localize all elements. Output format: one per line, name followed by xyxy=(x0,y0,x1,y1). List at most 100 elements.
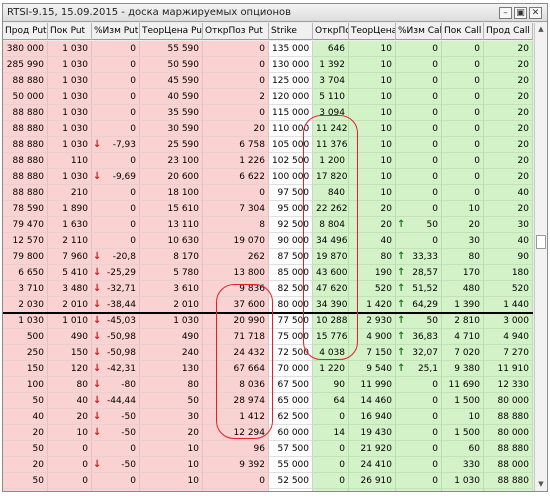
restore-button[interactable]: ▣ xyxy=(514,7,527,19)
table-row[interactable]: 88 880 1 030 0 30 590 20 110 000 11 242 10 0 0 20 xyxy=(3,121,533,137)
vertical-scrollbar[interactable]: ▲ ▼ xyxy=(534,23,547,491)
cell-theor-call: 40 xyxy=(349,233,396,249)
cell-prod-put: 88 880 xyxy=(3,153,48,169)
table-row[interactable]: 88 880 1 030 0 35 590 0 115 000 3 094 10 0 0 20 xyxy=(3,105,533,121)
cell-theor-put: 20 xyxy=(140,425,203,441)
cell-oi-put: 0 xyxy=(203,73,269,89)
column-header-pok-put[interactable]: Пок Put xyxy=(48,23,92,40)
table-row[interactable]: 1 030 1 010 ↓ -45,03 1 030 20 990 77 500 10 288… xyxy=(3,313,533,329)
down-arrow-icon: ↓ xyxy=(93,251,102,262)
table-row[interactable]: 250 150 ↓ -50,98 240 24 432 72 500 4 038 7 150 ↑ 3… xyxy=(3,345,533,361)
percent-value: 0 xyxy=(432,124,438,134)
table-row[interactable]: 79 800 7 960 ↓ -20,8 8 170 262 87 500 19 870 80 ↑… xyxy=(3,249,533,265)
down-arrow-icon: ↓ xyxy=(93,267,102,278)
table-row[interactable]: 50 40 ↓ -44,44 50 28 974 65 000 64 14 460 0 1 500 8… xyxy=(3,393,533,409)
cell-prod-call: 11 910 xyxy=(484,361,533,377)
cell-theor-put: 13 110 xyxy=(140,217,203,233)
title-bar[interactable]: RTSI-9.15, 15.09.2015 - доска маржируемы… xyxy=(3,4,547,22)
percent-value: 0 xyxy=(432,204,438,214)
cell-change-call: 0 xyxy=(396,105,442,121)
up-arrow-icon: ↑ xyxy=(397,251,406,262)
table-row[interactable]: 20 10 ↓ -50 20 12 294 60 000 14 19 430 0 1 500 80 0… xyxy=(3,425,533,441)
cell-pok-call: 80 xyxy=(442,249,484,265)
cell-pok-call: 0 xyxy=(442,153,484,169)
down-arrow-icon: ↓ xyxy=(93,459,102,470)
table-row[interactable]: 12 570 2 110 0 10 630 19 070 90 000 34 496 40 0 3… xyxy=(3,233,533,249)
minimize-button[interactable]: – xyxy=(499,7,512,19)
table-row[interactable]: 20 0 ↓ -50 10 9 392 55 000 0 24 410 0 330 88 000 xyxy=(3,457,533,473)
close-button[interactable]: ✕ xyxy=(529,7,542,19)
cell-change-put: ↓ -7,93 xyxy=(92,137,140,153)
cell-prod-call: 20 xyxy=(484,153,533,169)
column-header-strike[interactable]: Strike xyxy=(269,23,313,40)
column-header-theor-put[interactable]: ТеорЦена Put xyxy=(140,23,203,40)
table-row[interactable]: 500 490 ↓ -50,98 490 71 718 75 000 15 776 4 900 ↑… xyxy=(3,329,533,345)
percent-value: 36,83 xyxy=(412,332,438,342)
up-arrow-icon: ↑ xyxy=(397,267,406,278)
column-header-oi-call[interactable]: ОткрПоз xyxy=(313,23,349,40)
table-row[interactable]: 88 880 1 030 ↓ -9,69 20 600 6 622 100 000 17 82… xyxy=(3,169,533,185)
table-row[interactable]: 285 990 1 030 0 50 590 0 130 000 1 392 10 0 0 20 xyxy=(3,57,533,73)
table-row[interactable]: 50 000 1 030 0 40 590 2 120 000 5 110 10 0 0 20 xyxy=(3,89,533,105)
table-row[interactable]: 88 880 1 030 ↓ -7,93 25 590 6 758 105 000 11 37… xyxy=(3,137,533,153)
table-row[interactable]: 50 0 0 10 0 52 500 0 26 910 0 1 030 88 880 xyxy=(3,473,533,489)
table-row[interactable]: 50 0 0 10 96 57 500 0 21 920 0 60 88 880 xyxy=(3,441,533,457)
cell-theor-put: 20 600 xyxy=(140,169,203,185)
table-row[interactable]: 5000108 23450 000029 41001 03088 000 xyxy=(3,489,533,491)
table-row[interactable]: 380 000 1 030 0 55 590 0 135 000 646 10 0 0 20 xyxy=(3,41,533,57)
table-row[interactable]: 88 880 110 0 23 100 1 226 102 500 1 200 10 0 0 20 xyxy=(3,153,533,169)
cell-theor-put: 3 610 xyxy=(140,281,203,297)
scroll-down-arrow-icon[interactable]: ▼ xyxy=(535,478,547,490)
column-header-pok-call[interactable]: Пок Call xyxy=(442,23,484,40)
cell-change-put: 0 xyxy=(92,473,140,489)
column-header-change-call[interactable]: %Изм Call xyxy=(396,23,442,40)
percent-value: 0 xyxy=(130,44,136,54)
column-header-prod-put[interactable]: Прод Put xyxy=(3,23,48,40)
cell-oi-put: 8 036 xyxy=(203,377,269,393)
cell-prod-put: 40 xyxy=(3,409,48,425)
atm-divider xyxy=(3,312,533,314)
cell-prod-put: 88 880 xyxy=(3,185,48,201)
table-row[interactable]: 3 710 3 480 ↓ -32,71 3 610 9 836 82 500 47 620 5… xyxy=(3,281,533,297)
percent-value: 0 xyxy=(432,444,438,454)
table-row[interactable]: 6 650 5 410 ↓ -25,29 5 780 13 800 85 000 43 600… xyxy=(3,265,533,281)
cell-theor-put: 30 xyxy=(140,409,203,425)
cell-theor-put: 55 590 xyxy=(140,41,203,57)
cell-pok-put: 20 xyxy=(48,409,92,425)
percent-value: -50 xyxy=(121,428,136,438)
column-header-theor-call[interactable]: ТеорЦена xyxy=(349,23,396,40)
table-row[interactable]: 100 80 ↓ -80 80 8 036 67 500 90 11 990 0 11 690 12 … xyxy=(3,377,533,393)
scroll-up-arrow-icon[interactable]: ▲ xyxy=(535,23,547,35)
cell-pok-put: 1 030 xyxy=(48,169,92,185)
table-row[interactable]: 79 470 1 630 0 13 110 8 92 500 8 804 20 ↑ 50 20 30 xyxy=(3,217,533,233)
table-row[interactable]: 88 880 1 030 0 45 590 0 125 000 3 704 10 0 0 20 xyxy=(3,73,533,89)
cell-theor-put: 50 xyxy=(140,393,203,409)
cell-prod-put: 20 xyxy=(3,425,48,441)
table-row[interactable]: 88 880 210 0 18 100 0 97 500 840 10 0 0 40 xyxy=(3,185,533,201)
column-header-change-put[interactable]: %Изм Put xyxy=(92,23,140,40)
percent-value: 33,33 xyxy=(412,252,438,262)
cell-oi-call: 14 xyxy=(313,425,349,441)
percent-value: 0 xyxy=(432,92,438,102)
table-row[interactable]: 40 20 ↓ -50 30 1 412 62 500 0 16 940 0 10 88 880 xyxy=(3,409,533,425)
column-header-prod-call[interactable]: Прод Call xyxy=(484,23,533,40)
table-row[interactable]: 78 590 1 890 0 15 610 7 304 95 000 22 262 20 0 10… xyxy=(3,201,533,217)
up-arrow-icon: ↑ xyxy=(397,315,406,326)
table-row[interactable]: 150 120 ↓ -42,31 130 67 664 70 000 1 220 9 540 ↑ 2… xyxy=(3,361,533,377)
column-header-oi-put[interactable]: ОткрПоз Put xyxy=(203,23,269,40)
cell-prod-call: 80 000 xyxy=(484,425,533,441)
table-row[interactable]: 2 030 2 010 ↓ -38,44 2 010 37 600 80 000 34 390… xyxy=(3,297,533,313)
cell-change-put: 0 xyxy=(92,217,140,233)
cell-oi-put: 9 836 xyxy=(203,281,269,297)
cell-strike: 100 000 xyxy=(269,169,313,185)
cell-strike: 60 000 xyxy=(269,425,313,441)
cell-prod-call: 20 xyxy=(484,121,533,137)
down-arrow-icon: ↓ xyxy=(93,411,102,422)
cell-change-call: ↑ 33,33 xyxy=(396,249,442,265)
cell-oi-call: 840 xyxy=(313,185,349,201)
cell-strike: 135 000 xyxy=(269,41,313,57)
cell-pok-put: 210 xyxy=(48,185,92,201)
cell-change-call: 0 xyxy=(396,441,442,457)
cell-pok-call: 4 710 xyxy=(442,329,484,345)
scrollbar-thumb[interactable] xyxy=(536,235,546,249)
